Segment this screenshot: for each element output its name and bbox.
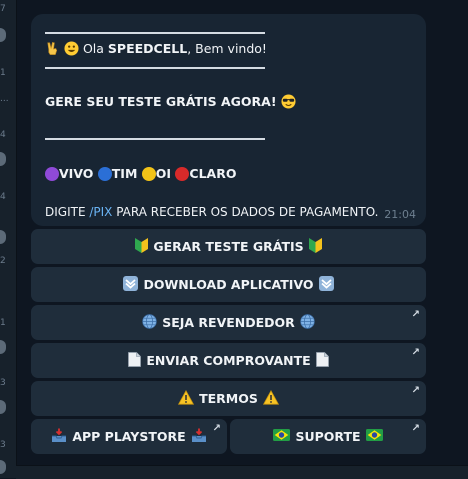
seja-revendedor-button[interactable]: SEJA REVENDEDOR ↗ bbox=[31, 305, 426, 340]
chat-list-count: 4 bbox=[0, 130, 6, 140]
inbox-tray-icon bbox=[191, 428, 207, 446]
seja-revendedor-label: SEJA REVENDEDOR bbox=[162, 315, 295, 330]
chat-list-edge[interactable]: 7 1 ... 4 4 2 1 3 3 bbox=[0, 0, 17, 478]
greeting-line: Ola SPEEDCELL, Bem vindo! bbox=[45, 41, 267, 60]
download-aplicativo-button[interactable]: DOWNLOAD APLICATIVO bbox=[31, 267, 426, 302]
warning-icon bbox=[262, 389, 279, 408]
document-icon bbox=[128, 351, 142, 370]
pix-suffix: PARA RECEBER OS DADOS DE PAGAMENTO. bbox=[112, 205, 379, 219]
cta-text: GERE SEU TESTE GRÁTIS AGORA! bbox=[45, 94, 277, 109]
inbox-tray-icon bbox=[51, 428, 67, 446]
pix-command-link[interactable]: /PIX bbox=[89, 205, 112, 219]
operators-line: VIVO TIM OI CLARO bbox=[45, 166, 236, 182]
operator-claro: CLARO bbox=[189, 166, 237, 181]
chat-avatar[interactable] bbox=[0, 460, 6, 474]
divider-line bbox=[45, 138, 265, 140]
app-playstore-label: APP PLAYSTORE bbox=[72, 429, 186, 444]
chat-list-count: 2 bbox=[0, 256, 6, 266]
brazil-flag-icon bbox=[365, 429, 383, 444]
gerar-teste-button[interactable]: GERAR TESTE GRÁTIS bbox=[31, 229, 426, 264]
app-playstore-button[interactable]: APP PLAYSTORE ↗ bbox=[31, 419, 227, 454]
smiley-icon bbox=[64, 41, 79, 60]
suporte-button[interactable]: SUPORTE ↗ bbox=[230, 419, 426, 454]
external-link-arrow-icon: ↗ bbox=[411, 385, 420, 396]
message-timestamp: 21:04 bbox=[384, 208, 416, 221]
brazil-flag-icon bbox=[273, 429, 291, 444]
gerar-teste-label: GERAR TESTE GRÁTIS bbox=[153, 239, 304, 254]
termos-label: TERMOS bbox=[199, 391, 258, 406]
chat-avatar[interactable] bbox=[0, 28, 6, 42]
pix-prefix: DIGITE bbox=[45, 205, 90, 219]
victory-hand-icon bbox=[45, 41, 60, 60]
blue-circle-icon bbox=[97, 167, 112, 181]
purple-circle-icon bbox=[45, 167, 59, 181]
external-link-arrow-icon: ↗ bbox=[212, 423, 221, 434]
bot-message-bubble: Ola SPEEDCELL, Bem vindo! GERE SEU TESTE… bbox=[31, 14, 426, 226]
chat-list-count: ... bbox=[0, 94, 9, 104]
cta-line: GERE SEU TESTE GRÁTIS AGORA! bbox=[45, 94, 296, 113]
divider-line bbox=[45, 32, 265, 34]
greeting-name: SPEEDCELL bbox=[107, 41, 188, 56]
chat-avatar[interactable] bbox=[0, 230, 6, 244]
chat-list-count: 3 bbox=[0, 440, 6, 450]
chat-avatar[interactable] bbox=[0, 400, 6, 414]
warning-icon bbox=[178, 389, 195, 408]
suporte-label: SUPORTE bbox=[295, 429, 361, 444]
beginner-badge-icon bbox=[135, 237, 149, 256]
chat-list-count: 1 bbox=[0, 68, 6, 78]
globe-meridians-icon bbox=[142, 313, 157, 332]
download-aplicativo-label: DOWNLOAD APLICATIVO bbox=[143, 277, 314, 292]
divider-line bbox=[45, 67, 265, 69]
chat-avatar[interactable] bbox=[0, 340, 6, 354]
message-composer-edge[interactable] bbox=[16, 465, 468, 479]
external-link-arrow-icon: ↗ bbox=[411, 423, 420, 434]
chat-list-count: 7 bbox=[0, 4, 6, 14]
chat-list-count: 1 bbox=[0, 318, 6, 328]
down-arrow-button-icon bbox=[318, 275, 334, 294]
operator-vivo: VIVO bbox=[59, 166, 94, 181]
down-arrow-button-icon bbox=[123, 275, 139, 294]
operator-oi: OI bbox=[155, 166, 172, 181]
document-icon bbox=[315, 351, 329, 370]
enviar-comprovante-button[interactable]: ENVIAR COMPROVANTE ↗ bbox=[31, 343, 426, 378]
beginner-badge-icon bbox=[308, 237, 322, 256]
operator-tim: TIM bbox=[111, 166, 138, 181]
chat-list-count: 3 bbox=[0, 378, 6, 388]
yellow-circle-icon bbox=[141, 167, 156, 181]
chat-list-count: 4 bbox=[0, 192, 6, 202]
enviar-comprovante-label: ENVIAR COMPROVANTE bbox=[146, 353, 311, 368]
red-circle-icon bbox=[175, 167, 190, 181]
chat-avatar[interactable] bbox=[0, 152, 6, 166]
greeting-prefix: Ola bbox=[82, 41, 108, 56]
greeting-suffix: , Bem vindo! bbox=[187, 41, 267, 56]
globe-meridians-icon bbox=[300, 313, 315, 332]
pix-instruction: DIGITE /PIX PARA RECEBER OS DADOS DE PAG… bbox=[45, 204, 378, 220]
external-link-arrow-icon: ↗ bbox=[411, 347, 420, 358]
external-link-arrow-icon: ↗ bbox=[411, 309, 420, 320]
sunglasses-face-icon bbox=[281, 94, 296, 113]
termos-button[interactable]: TERMOS ↗ bbox=[31, 381, 426, 416]
